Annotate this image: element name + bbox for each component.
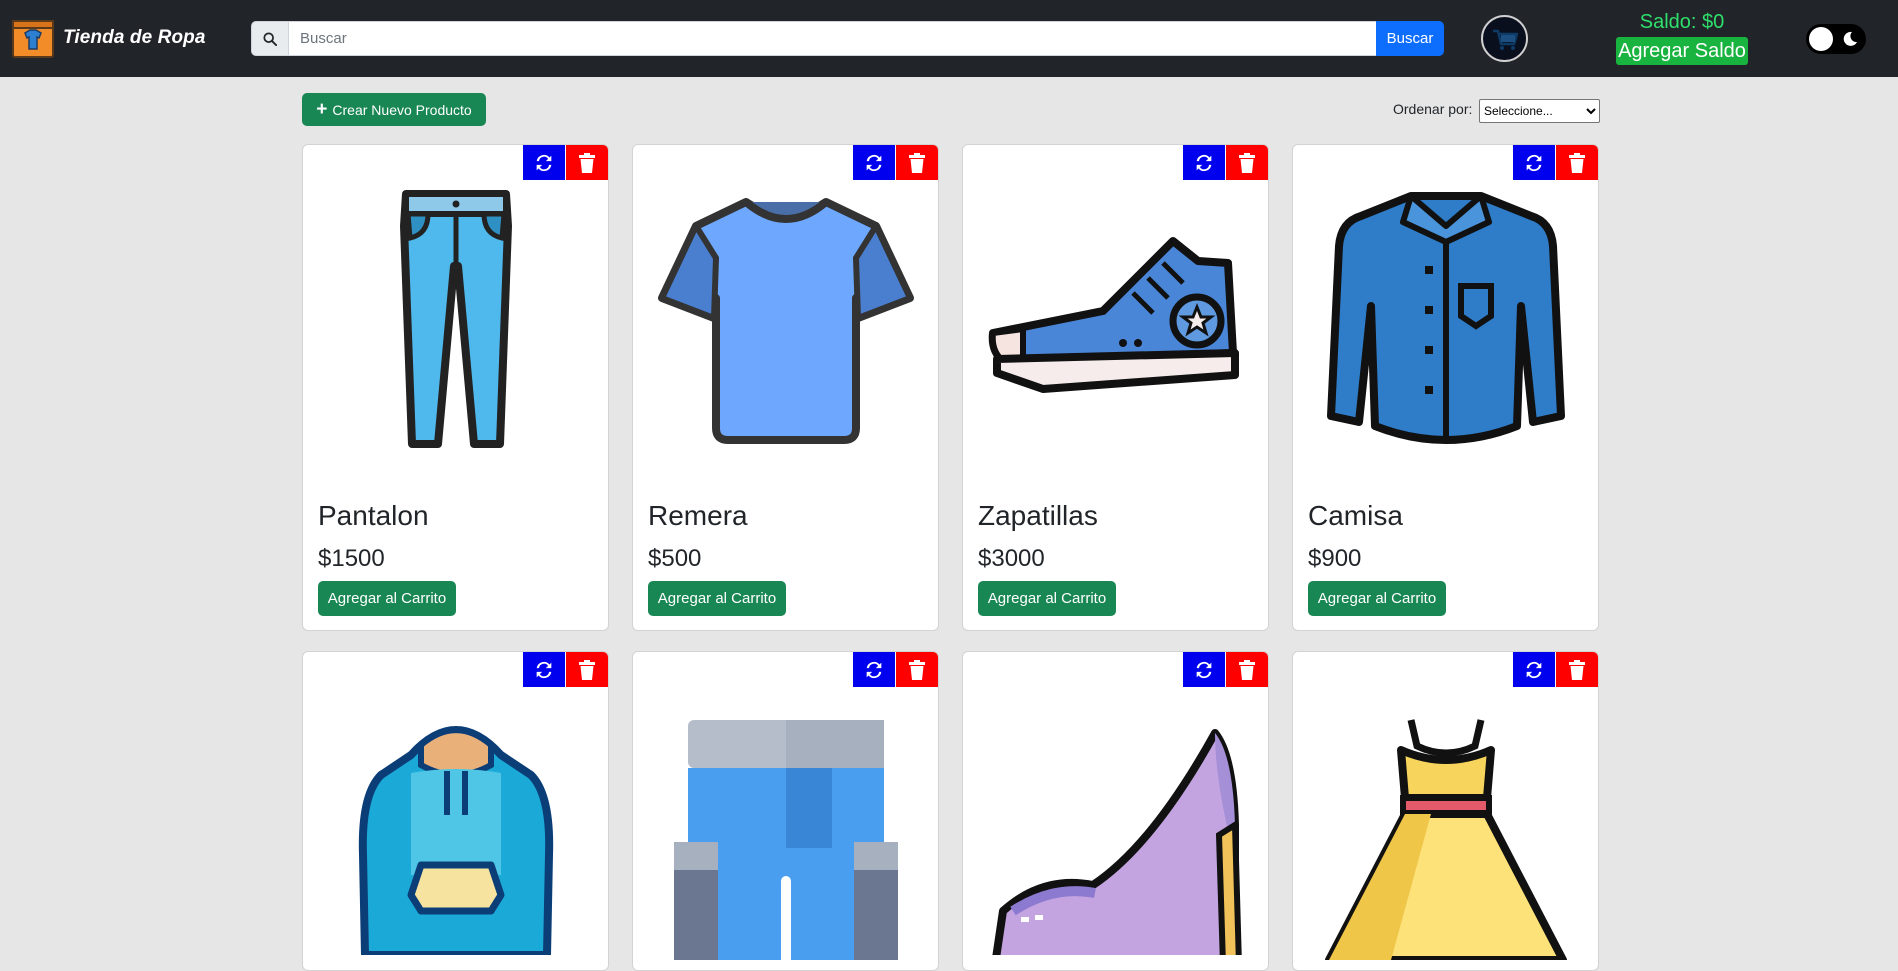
product-card bbox=[632, 651, 939, 971]
delete-button[interactable] bbox=[566, 145, 608, 180]
refresh-button[interactable] bbox=[853, 652, 895, 687]
trash-icon bbox=[1569, 659, 1585, 680]
product-card bbox=[302, 651, 609, 971]
trash-icon bbox=[909, 152, 925, 173]
sort-label: Ordenar por: bbox=[1393, 101, 1473, 117]
create-product-button[interactable]: + Crear Nuevo Producto bbox=[302, 93, 486, 126]
refresh-button[interactable] bbox=[1513, 652, 1555, 687]
refresh-icon bbox=[536, 154, 552, 171]
product-card: Remera $500 Agregar al Carrito bbox=[632, 144, 939, 631]
toggle-knob bbox=[1809, 27, 1833, 51]
refresh-icon bbox=[866, 661, 882, 678]
search-icon bbox=[263, 31, 277, 46]
plus-icon: + bbox=[316, 99, 328, 120]
trash-icon bbox=[1239, 152, 1255, 173]
navbar: Tienda de Ropa Buscar Saldo: $0 Agregar … bbox=[0, 0, 1898, 77]
add-to-cart-button[interactable]: Agregar al Carrito bbox=[978, 581, 1116, 616]
refresh-icon bbox=[866, 154, 882, 171]
refresh-button[interactable] bbox=[1183, 652, 1225, 687]
refresh-icon bbox=[1526, 661, 1542, 678]
product-price: $3000 bbox=[978, 545, 1045, 572]
delete-button[interactable] bbox=[1556, 652, 1598, 687]
refresh-button[interactable] bbox=[523, 652, 565, 687]
product-card bbox=[962, 651, 1269, 971]
avatar[interactable] bbox=[1481, 15, 1528, 62]
sort-select[interactable]: Seleccione... bbox=[1479, 99, 1600, 123]
sneaker-icon bbox=[983, 183, 1248, 453]
shirt-icon bbox=[1313, 183, 1578, 453]
high-heel-icon bbox=[983, 700, 1248, 970]
delete-button[interactable] bbox=[896, 652, 938, 687]
delete-button[interactable] bbox=[1226, 652, 1268, 687]
refresh-icon bbox=[1196, 661, 1212, 678]
search-bar: Buscar bbox=[251, 21, 1444, 56]
shorts-icon bbox=[653, 700, 918, 970]
theme-toggle[interactable] bbox=[1806, 24, 1866, 54]
search-input[interactable] bbox=[288, 21, 1376, 56]
add-to-cart-button[interactable]: Agregar al Carrito bbox=[318, 581, 456, 616]
pants-icon bbox=[323, 183, 588, 453]
search-addon bbox=[251, 21, 288, 56]
add-to-cart-button[interactable]: Agregar al Carrito bbox=[1308, 581, 1446, 616]
refresh-icon bbox=[1526, 154, 1542, 171]
saldo-text: Saldo: $0 bbox=[1639, 11, 1725, 33]
product-card: Zapatillas $3000 Agregar al Carrito bbox=[962, 144, 1269, 631]
delete-button[interactable] bbox=[896, 145, 938, 180]
refresh-button[interactable] bbox=[853, 145, 895, 180]
product-price: $500 bbox=[648, 545, 702, 572]
brand-name: Tienda de Ropa bbox=[63, 27, 206, 48]
create-product-label: Crear Nuevo Producto bbox=[332, 101, 472, 118]
tshirt-icon bbox=[653, 183, 918, 453]
add-saldo-button[interactable]: Agregar Saldo bbox=[1616, 37, 1748, 65]
product-name: Camisa bbox=[1308, 500, 1403, 531]
refresh-button[interactable] bbox=[1183, 145, 1225, 180]
brand[interactable]: Tienda de Ropa bbox=[11, 15, 206, 61]
product-card bbox=[1292, 651, 1599, 971]
hoodie-icon bbox=[323, 700, 588, 970]
delete-button[interactable] bbox=[1226, 145, 1268, 180]
product-name: Remera bbox=[648, 500, 748, 531]
trash-icon bbox=[1569, 152, 1585, 173]
refresh-icon bbox=[1196, 154, 1212, 171]
dress-icon bbox=[1313, 700, 1578, 970]
product-name: Zapatillas bbox=[978, 500, 1098, 531]
moon-icon bbox=[1843, 31, 1857, 46]
product-price: $1500 bbox=[318, 545, 385, 572]
trash-icon bbox=[1239, 659, 1255, 680]
product-card: Camisa $900 Agregar al Carrito bbox=[1292, 144, 1599, 631]
trash-icon bbox=[579, 659, 595, 680]
product-card: Pantalon $1500 Agregar al Carrito bbox=[302, 144, 609, 631]
search-button[interactable]: Buscar bbox=[1376, 21, 1444, 56]
product-name: Pantalon bbox=[318, 500, 429, 531]
add-to-cart-button[interactable]: Agregar al Carrito bbox=[648, 581, 786, 616]
shopping-cart-icon bbox=[1492, 29, 1518, 50]
refresh-button[interactable] bbox=[523, 145, 565, 180]
product-price: $900 bbox=[1308, 545, 1362, 572]
refresh-button[interactable] bbox=[1513, 145, 1555, 180]
trash-icon bbox=[909, 659, 925, 680]
refresh-icon bbox=[536, 661, 552, 678]
trash-icon bbox=[579, 152, 595, 173]
delete-button[interactable] bbox=[1556, 145, 1598, 180]
delete-button[interactable] bbox=[566, 652, 608, 687]
shirt-box-icon bbox=[12, 20, 54, 58]
